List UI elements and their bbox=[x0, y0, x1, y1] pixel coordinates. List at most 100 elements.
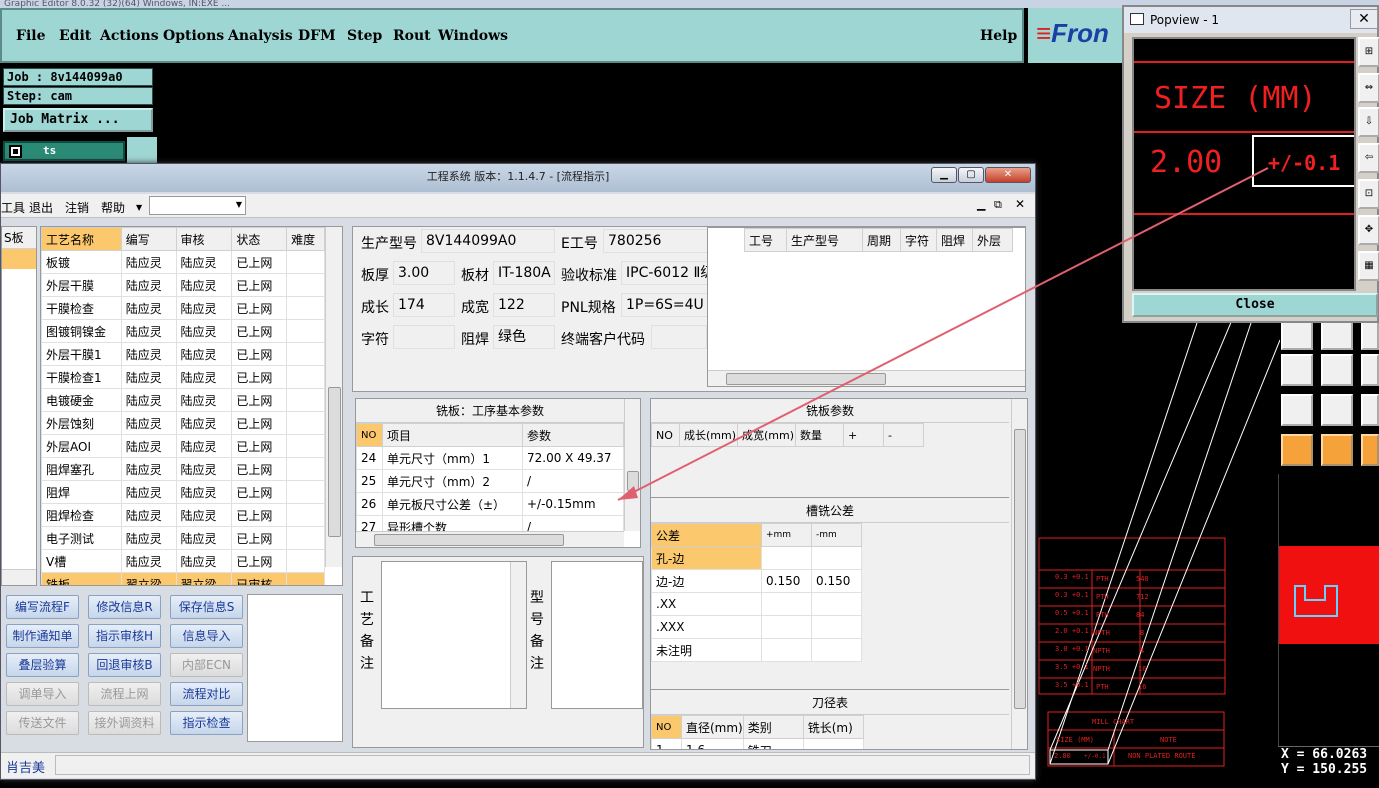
material-field[interactable]: IT-180A bbox=[493, 261, 555, 285]
table-row[interactable]: 干膜检查1 陆应灵 陆应灵 已上网 bbox=[41, 365, 325, 389]
table-cell[interactable]: 孔-边 bbox=[651, 546, 762, 570]
table-cell[interactable] bbox=[761, 546, 812, 570]
action-button-12[interactable]: 传送文件 bbox=[6, 711, 79, 735]
tool-rotate-icon[interactable] bbox=[1361, 434, 1379, 466]
table-cell[interactable]: .XXX bbox=[651, 615, 762, 639]
table-cell[interactable] bbox=[286, 572, 325, 585]
slot-col-plus[interactable]: +mm bbox=[761, 523, 812, 547]
table-cell[interactable]: 陆应灵 bbox=[175, 365, 233, 389]
table-cell[interactable]: 陆应灵 bbox=[175, 342, 233, 366]
table-row[interactable]: 电子测试 陆应灵 陆应灵 已上网 bbox=[41, 526, 325, 550]
action-button-4[interactable]: 指示审核H bbox=[88, 624, 161, 648]
table-cell[interactable]: 陆应灵 bbox=[120, 250, 177, 274]
table-cell[interactable]: 陆应灵 bbox=[120, 342, 177, 366]
table-cell[interactable]: 阻焊塞孔 bbox=[41, 457, 122, 481]
tool-cross-icon[interactable] bbox=[1321, 394, 1353, 426]
model-remark-text[interactable] bbox=[551, 561, 643, 709]
action-button-1[interactable]: 修改信息R bbox=[88, 595, 161, 619]
table-cell[interactable]: 陆应灵 bbox=[175, 480, 233, 504]
table-cell[interactable]: 陆应灵 bbox=[175, 434, 233, 458]
table-row[interactable]: 电镀硬金 陆应灵 陆应灵 已上网 bbox=[41, 388, 325, 412]
menu-rout[interactable]: Rout bbox=[393, 28, 431, 44]
process-scroll-thumb[interactable] bbox=[328, 387, 341, 537]
table-cell[interactable]: 已上网 bbox=[231, 549, 288, 573]
table-cell[interactable]: 未注明 bbox=[651, 638, 762, 662]
table-cell[interactable]: 陆应灵 bbox=[175, 549, 233, 573]
pop-tool-center-icon[interactable]: ✥ bbox=[1358, 215, 1379, 245]
table-cell[interactable]: 0.150 bbox=[761, 569, 812, 593]
table-cell[interactable]: 外层干膜1 bbox=[41, 342, 122, 366]
table-row[interactable]: 铣板 翟立梁 翟立梁 已审核 bbox=[41, 572, 325, 585]
table-cell[interactable]: 陆应灵 bbox=[120, 388, 177, 412]
menu-windows[interactable]: Windows bbox=[438, 28, 508, 44]
action-button-14[interactable]: 指示检查 bbox=[170, 711, 243, 735]
char-field[interactable] bbox=[393, 325, 455, 349]
pop-tool-zoom-icon[interactable]: ⊞ bbox=[1358, 37, 1379, 67]
table-row[interactable]: 干膜检查 陆应灵 陆应灵 已上网 bbox=[41, 296, 325, 320]
table-cell[interactable]: 陆应灵 bbox=[120, 457, 177, 481]
left-column-selected[interactable] bbox=[2, 249, 36, 269]
table-cell[interactable]: V槽 bbox=[41, 549, 122, 573]
table-cell[interactable]: 外层AOI bbox=[41, 434, 122, 458]
table-cell[interactable]: 陆应灵 bbox=[120, 365, 177, 389]
table-cell[interactable] bbox=[811, 546, 862, 570]
toolbar-combo[interactable]: ▼ bbox=[149, 196, 246, 215]
notes-box[interactable] bbox=[247, 594, 343, 742]
table-cell[interactable]: 陆应灵 bbox=[175, 388, 233, 412]
table-cell[interactable]: 已上网 bbox=[231, 526, 288, 550]
pop-tool-fit-icon[interactable]: ⊡ bbox=[1358, 179, 1379, 209]
menu-help2[interactable]: 帮助 bbox=[101, 199, 125, 216]
table-cell[interactable]: 已上网 bbox=[231, 319, 288, 343]
table-cell[interactable]: 陆应灵 bbox=[120, 296, 177, 320]
process-remark-text[interactable] bbox=[381, 561, 527, 709]
table-cell[interactable]: 陆应灵 bbox=[120, 503, 177, 527]
table-cell[interactable]: 陆应灵 bbox=[175, 503, 233, 527]
action-button-10[interactable]: 流程上网 bbox=[88, 682, 161, 706]
action-button-6[interactable]: 叠层验算 bbox=[6, 653, 79, 677]
table-cell[interactable]: 25 bbox=[356, 469, 383, 493]
action-button-3[interactable]: 制作通知单 bbox=[6, 624, 79, 648]
length-field[interactable]: 174 bbox=[393, 293, 455, 317]
table-cell[interactable] bbox=[286, 549, 325, 573]
mill-hscroll[interactable] bbox=[356, 531, 624, 547]
table-cell[interactable] bbox=[286, 319, 325, 343]
table-cell[interactable]: 陆应灵 bbox=[120, 319, 177, 343]
table-cell[interactable] bbox=[286, 503, 325, 527]
popview-close-icon[interactable]: ✕ bbox=[1350, 9, 1378, 29]
table-cell[interactable] bbox=[286, 250, 325, 274]
pop-tool-left-icon[interactable]: ⇦ bbox=[1358, 143, 1379, 173]
table-row[interactable]: 边-边 0.150 0.150 bbox=[651, 569, 862, 593]
menu-step[interactable]: Step bbox=[347, 28, 382, 44]
table-cell[interactable]: 翟立梁 bbox=[120, 572, 177, 585]
table-cell[interactable] bbox=[286, 457, 325, 481]
table-cell[interactable] bbox=[802, 738, 864, 749]
table-cell[interactable] bbox=[811, 615, 862, 639]
table-row[interactable]: 25 单元尺寸（mm）2/ bbox=[356, 469, 624, 493]
table-cell[interactable]: 已上网 bbox=[231, 273, 288, 297]
action-button-7[interactable]: 回退审核B bbox=[88, 653, 161, 677]
table-cell[interactable]: 26 bbox=[356, 492, 383, 516]
table-cell[interactable]: 单元尺寸（mm）2 bbox=[382, 469, 523, 493]
table-cell[interactable] bbox=[286, 526, 325, 550]
col-reviewer[interactable]: 审核 bbox=[175, 227, 233, 251]
table-row[interactable]: 孔-边 bbox=[651, 546, 862, 570]
layer-checkbox[interactable] bbox=[9, 145, 22, 158]
pop-tool-pan-icon[interactable]: ⇔ bbox=[1358, 73, 1379, 103]
menu-options[interactable]: Options bbox=[163, 28, 224, 44]
table-cell[interactable]: 干膜检查1 bbox=[41, 365, 122, 389]
action-button-8[interactable]: 内部ECN bbox=[170, 653, 243, 677]
table-row[interactable]: 外层AOI 陆应灵 陆应灵 已上网 bbox=[41, 434, 325, 458]
layer-ts-row[interactable]: ts bbox=[3, 141, 125, 161]
thickness-field[interactable]: 3.00 bbox=[393, 261, 455, 285]
pop-tool-down-icon[interactable]: ⇩ bbox=[1358, 107, 1379, 137]
table-cell[interactable]: 已上网 bbox=[231, 296, 288, 320]
table-cell[interactable]: 0.150 bbox=[811, 569, 862, 593]
menu-analysis[interactable]: Analysis bbox=[228, 28, 293, 44]
table-cell[interactable]: 干膜检查 bbox=[41, 296, 122, 320]
table-cell[interactable]: 外层蚀刻 bbox=[41, 411, 122, 435]
table-cell[interactable]: 已上网 bbox=[231, 503, 288, 527]
table-cell[interactable]: 陆应灵 bbox=[175, 273, 233, 297]
table-cell[interactable]: 陆应灵 bbox=[120, 273, 177, 297]
tool-move-icon[interactable] bbox=[1361, 354, 1379, 386]
tool-minus-icon[interactable] bbox=[1321, 354, 1353, 386]
